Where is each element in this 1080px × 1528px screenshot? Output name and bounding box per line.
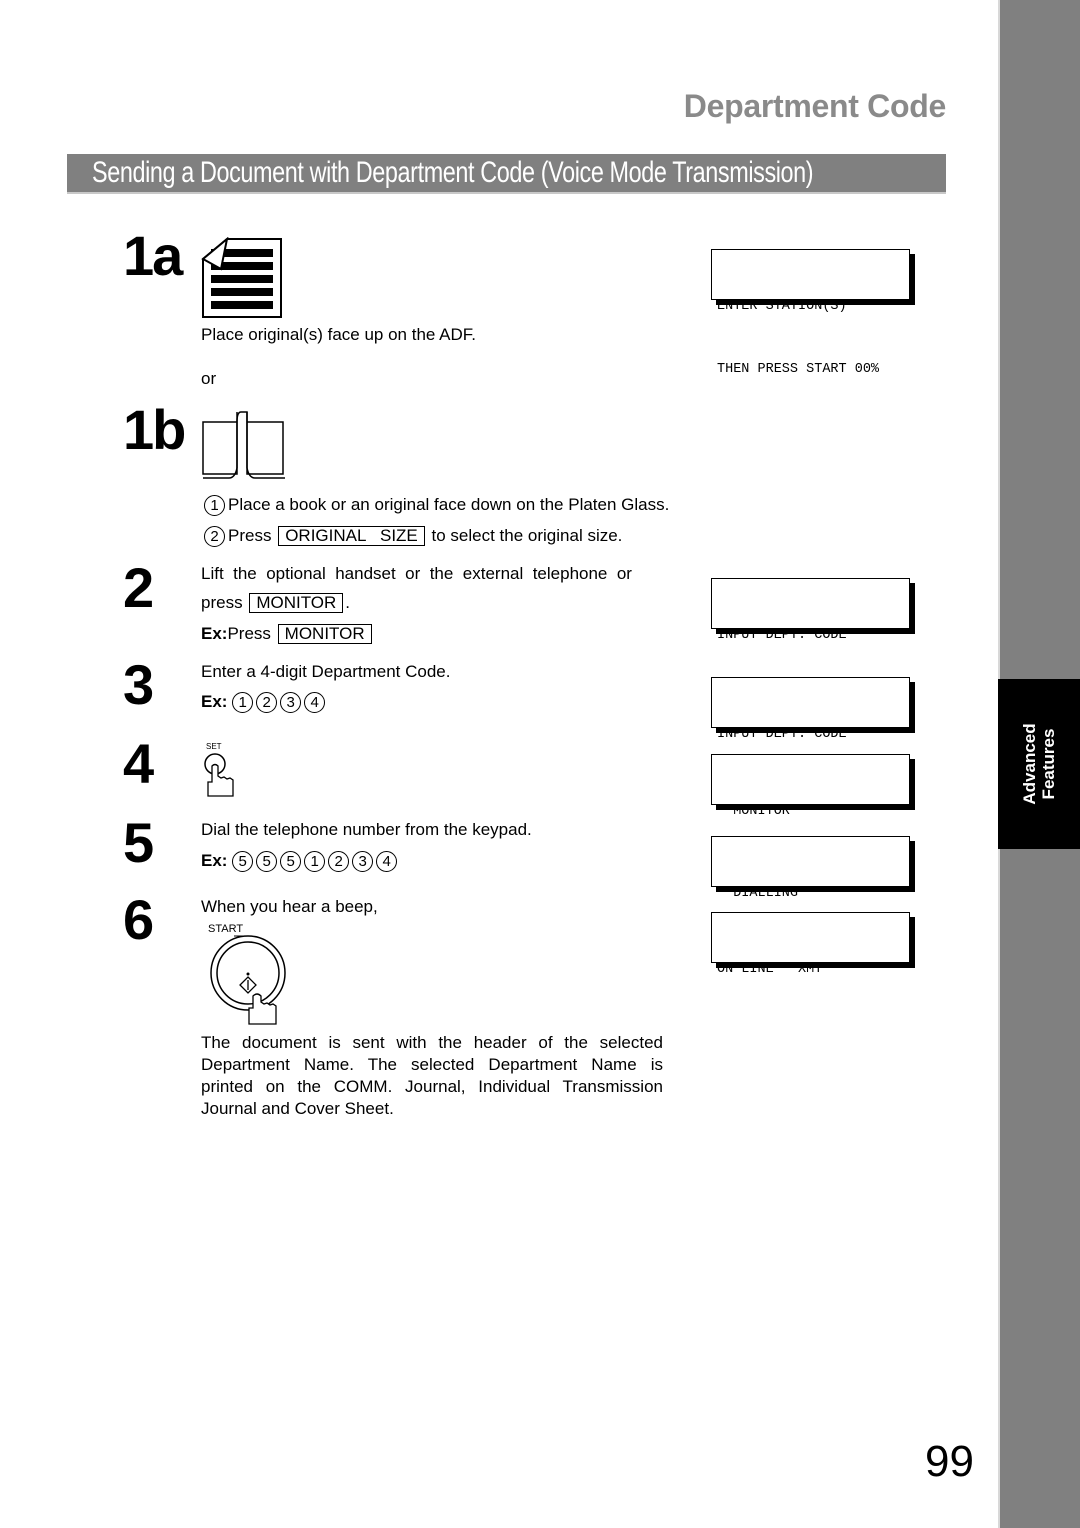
- lcd-display-1: ENTER STATION(S) THEN PRESS START 00%: [711, 249, 910, 377]
- keypad-key: 2: [256, 692, 278, 714]
- lcd-display-6: ON LINE * XMT *: [711, 912, 910, 977]
- lcd-display-3: INPUT DEPT. CODE 1234: [711, 677, 910, 805]
- step-number-3: 3: [123, 653, 154, 716]
- keypad-key: 4: [304, 692, 326, 714]
- monitor-key[interactable]: MONITOR: [249, 593, 344, 613]
- step-number-5: 5: [123, 811, 154, 874]
- step-2-example: Ex:Press MONITOR: [201, 623, 374, 645]
- tab-label-line1: Advanced: [1020, 723, 1039, 805]
- section-tab-label: Advanced Features: [1020, 723, 1058, 804]
- step-number-4: 4: [123, 732, 154, 795]
- keypad-key: 5: [232, 851, 254, 873]
- page-number: 99: [925, 1437, 974, 1486]
- start-button-press-icon: [210, 935, 286, 1025]
- keypad-key: 5: [280, 851, 302, 873]
- step-number-1a: 1a: [123, 224, 183, 287]
- lcd-line-1: * DIALLING *: [717, 886, 815, 901]
- step-5-text: Dial the telephone number from the keypa…: [201, 820, 532, 839]
- substep-2-press: Press: [228, 526, 272, 545]
- lcd-line-1: ENTER STATION(S): [717, 299, 847, 314]
- example-label: Ex:: [201, 624, 228, 643]
- step-2-period: .: [345, 593, 351, 612]
- lcd-line-1: INPUT DEPT. CODE: [717, 628, 847, 643]
- lcd-line-1: INPUT DEPT. CODE: [717, 727, 847, 742]
- set-button-press-icon: [204, 753, 234, 797]
- set-key-label: SET: [206, 742, 222, 751]
- circled-number-1: 1: [204, 495, 225, 517]
- tab-label-line2: Features: [1039, 728, 1058, 800]
- lcd-display-5: * DIALLING * 5551234: [711, 836, 910, 964]
- example-label: Ex:: [201, 851, 228, 870]
- step-number-1b: 1b: [123, 398, 186, 461]
- keypad-key: 2: [328, 851, 350, 873]
- step-1b-substep-2: 2 Press ORIGINAL SIZE to select the origi…: [204, 525, 623, 548]
- lcd-display-4: * MONITOR *: [711, 754, 910, 878]
- step-1b-substep-1: 1 Place a book or an original face down o…: [204, 494, 670, 517]
- adf-document-icon: [201, 237, 282, 318]
- substep-1-text: Place a book or an original face down on…: [228, 495, 670, 514]
- step-5-example: Ex: 5551234: [201, 850, 400, 873]
- step-6-text: When you hear a beep,: [201, 897, 378, 916]
- circled-number-2: 2: [204, 526, 225, 548]
- lcd-line-1: ON LINE * XMT *: [717, 962, 839, 977]
- step-number-2: 2: [123, 556, 154, 619]
- lcd-line-1: * MONITOR *: [717, 804, 807, 819]
- original-size-key[interactable]: ORIGINAL SIZE: [278, 526, 425, 546]
- step-6-note: The document is sent with the header of …: [201, 1033, 663, 1118]
- lcd-line-2: THEN PRESS START 00%: [717, 362, 880, 377]
- step-3-example: Ex: 1234: [201, 691, 328, 714]
- step-2-line2: press MONITOR.: [201, 592, 350, 614]
- step-3-text: Enter a 4-digit Department Code.: [201, 662, 451, 681]
- open-book-icon: [202, 411, 285, 479]
- example-label: Ex:: [201, 692, 228, 711]
- keypad-key: 3: [352, 851, 374, 873]
- keypad-key: 3: [280, 692, 302, 714]
- section-title: Sending a Document with Department Code …: [92, 156, 814, 189]
- step-2-line1: Lift the optional handset or the externa…: [201, 564, 632, 583]
- example-press: Press: [227, 624, 271, 643]
- section-tab-advanced-features[interactable]: Advanced Features: [998, 679, 1080, 849]
- substep-2-post: to select the original size.: [431, 526, 623, 545]
- keypad-key: 4: [376, 851, 398, 873]
- keypad-key: 5: [256, 851, 278, 873]
- lcd-display-2: INPUT DEPT. CODE: [711, 578, 910, 702]
- step-2-press: press: [201, 593, 243, 612]
- section-heading-bar: Sending a Document with Department Code …: [67, 154, 946, 194]
- keypad-key: 1: [304, 851, 326, 873]
- monitor-key-example[interactable]: MONITOR: [277, 624, 372, 644]
- step-or-text: or: [201, 369, 217, 388]
- keypad-key: 1: [232, 692, 254, 714]
- chapter-title: Department Code: [683, 88, 947, 124]
- step-1a-text: Place original(s) face up on the ADF.: [201, 325, 476, 344]
- step-number-6: 6: [123, 888, 154, 951]
